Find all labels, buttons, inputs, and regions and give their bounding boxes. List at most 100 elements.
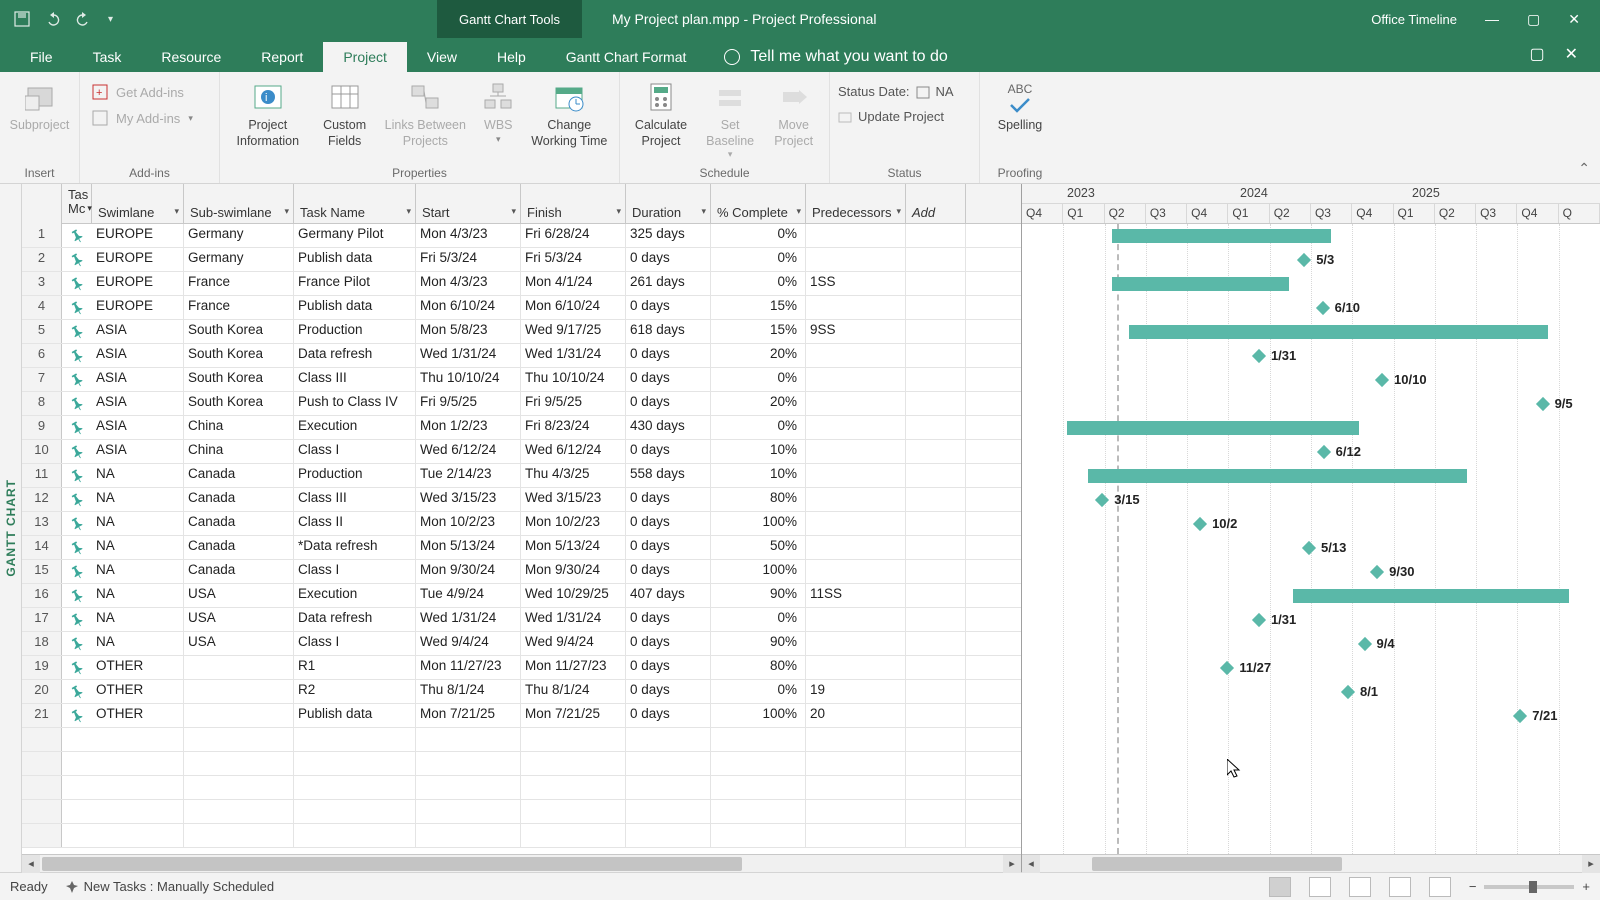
table-row[interactable]: 19OTHERR1Mon 11/27/23Mon 11/27/230 days8… [22, 656, 1021, 680]
tab-view[interactable]: View [407, 42, 477, 72]
table-row-empty[interactable] [22, 728, 1021, 752]
task-mode-indicator[interactable] [62, 440, 92, 463]
table-row[interactable]: 7ASIASouth KoreaClass IIIThu 10/10/24Thu… [22, 368, 1021, 392]
row-number[interactable]: 20 [22, 680, 62, 703]
cell-duration[interactable]: 0 days [626, 296, 711, 319]
gantt-bar[interactable] [1112, 229, 1332, 243]
milestone-marker[interactable] [1316, 301, 1330, 315]
cell-taskname[interactable]: Publish data [294, 704, 416, 727]
qat-dropdown-icon[interactable]: ▾ [108, 14, 113, 25]
collapse-ribbon-icon[interactable]: ⌃ [1578, 160, 1590, 177]
update-project-button[interactable]: Update Project [838, 109, 944, 124]
cell-complete[interactable]: 15% [711, 320, 806, 343]
cell-predecessors[interactable] [806, 512, 906, 535]
cell-taskname[interactable]: R1 [294, 656, 416, 679]
table-row[interactable]: 11NACanadaProductionTue 2/14/23Thu 4/3/2… [22, 464, 1021, 488]
move-project-button[interactable]: Move Project [766, 76, 821, 149]
cell-subswimlane[interactable]: Germany [184, 224, 294, 247]
cell-taskname[interactable]: Class II [294, 512, 416, 535]
table-row-empty[interactable] [22, 824, 1021, 848]
task-mode-indicator[interactable] [62, 704, 92, 727]
gantt-bar[interactable] [1088, 469, 1467, 483]
cell-finish[interactable]: Wed 1/31/24 [521, 608, 626, 631]
cell-taskname[interactable]: Class I [294, 440, 416, 463]
cell-swimlane[interactable]: NA [92, 488, 184, 511]
cell-predecessors[interactable]: 9SS [806, 320, 906, 343]
row-number[interactable]: 9 [22, 416, 62, 439]
cell-subswimlane[interactable]: Germany [184, 248, 294, 271]
task-mode-indicator[interactable] [62, 248, 92, 271]
task-mode-indicator[interactable] [62, 488, 92, 511]
cell-duration[interactable]: 407 days [626, 584, 711, 607]
task-mode-indicator[interactable] [62, 584, 92, 607]
redo-icon[interactable] [76, 12, 94, 26]
set-baseline-button[interactable]: Set Baseline▾ [700, 76, 760, 161]
task-mode-indicator[interactable] [62, 392, 92, 415]
task-mode-indicator[interactable] [62, 656, 92, 679]
status-date-value[interactable]: NA [936, 84, 954, 99]
col-finish[interactable]: Finish▾ [521, 184, 626, 223]
table-row[interactable]: 14NACanada*Data refreshMon 5/13/24Mon 5/… [22, 536, 1021, 560]
cell-taskname[interactable]: Germany Pilot [294, 224, 416, 247]
cell-complete[interactable]: 100% [711, 560, 806, 583]
row-number[interactable]: 6 [22, 344, 62, 367]
cell-start[interactable]: Tue 2/14/23 [416, 464, 521, 487]
cell-finish[interactable]: Fri 6/28/24 [521, 224, 626, 247]
table-row[interactable]: 5ASIASouth KoreaProductionMon 5/8/23Wed … [22, 320, 1021, 344]
cell-predecessors[interactable]: 1SS [806, 272, 906, 295]
cell-finish[interactable]: Mon 10/2/23 [521, 512, 626, 535]
cell-duration[interactable]: 0 days [626, 656, 711, 679]
milestone-marker[interactable] [1370, 565, 1384, 579]
view-report-button[interactable] [1429, 877, 1451, 897]
cell-finish[interactable]: Wed 6/12/24 [521, 440, 626, 463]
cell-start[interactable]: Mon 11/27/23 [416, 656, 521, 679]
cell-finish[interactable]: Thu 4/3/25 [521, 464, 626, 487]
tab-resource[interactable]: Resource [141, 42, 241, 72]
table-row[interactable]: 3EUROPEFranceFrance PilotMon 4/3/23Mon 4… [22, 272, 1021, 296]
cell-swimlane[interactable]: EUROPE [92, 248, 184, 271]
cell-complete[interactable]: 10% [711, 464, 806, 487]
cell-taskname[interactable]: Class III [294, 488, 416, 511]
cell-duration[interactable]: 0 days [626, 704, 711, 727]
table-row[interactable]: 18NAUSAClass IWed 9/4/24Wed 9/4/240 days… [22, 632, 1021, 656]
cell-taskname[interactable]: Execution [294, 416, 416, 439]
cell-add[interactable] [906, 584, 966, 607]
minimize-icon[interactable]: — [1485, 11, 1499, 27]
table-row[interactable]: 17NAUSAData refreshWed 1/31/24Wed 1/31/2… [22, 608, 1021, 632]
task-mode-indicator[interactable] [62, 608, 92, 631]
table-row[interactable]: 12NACanadaClass IIIWed 3/15/23Wed 3/15/2… [22, 488, 1021, 512]
cell-add[interactable] [906, 224, 966, 247]
row-number[interactable]: 12 [22, 488, 62, 511]
task-mode-indicator[interactable] [62, 512, 92, 535]
cell-duration[interactable]: 325 days [626, 224, 711, 247]
cell-predecessors[interactable] [806, 560, 906, 583]
row-number[interactable]: 1 [22, 224, 62, 247]
change-working-time-button[interactable]: Change Working Time [528, 76, 611, 149]
cell-swimlane[interactable]: NA [92, 584, 184, 607]
zoom-out-icon[interactable]: − [1469, 879, 1477, 894]
cell-taskname[interactable]: Class III [294, 368, 416, 391]
cell-predecessors[interactable]: 11SS [806, 584, 906, 607]
cell-taskname[interactable]: Publish data [294, 296, 416, 319]
cell-predecessors[interactable] [806, 344, 906, 367]
wbs-button[interactable]: WBS▾ [475, 76, 522, 145]
spelling-button[interactable]: ABCSpelling [988, 76, 1052, 134]
cell-taskname[interactable]: Class I [294, 632, 416, 655]
cell-finish[interactable]: Mon 11/27/23 [521, 656, 626, 679]
view-team-planner-button[interactable] [1349, 877, 1371, 897]
cell-complete[interactable]: 10% [711, 440, 806, 463]
cell-predecessors[interactable] [806, 440, 906, 463]
cell-taskname[interactable]: *Data refresh [294, 536, 416, 559]
col-add-new[interactable]: Add [906, 184, 966, 223]
cell-taskname[interactable]: R2 [294, 680, 416, 703]
cell-subswimlane[interactable]: USA [184, 608, 294, 631]
links-between-button[interactable]: Links Between Projects [382, 76, 469, 149]
cell-finish[interactable]: Thu 8/1/24 [521, 680, 626, 703]
cell-predecessors[interactable] [806, 608, 906, 631]
cell-finish[interactable]: Mon 5/13/24 [521, 536, 626, 559]
table-row[interactable]: 6ASIASouth KoreaData refreshWed 1/31/24W… [22, 344, 1021, 368]
cell-start[interactable]: Wed 1/31/24 [416, 344, 521, 367]
cell-finish[interactable]: Mon 4/1/24 [521, 272, 626, 295]
cell-complete[interactable]: 90% [711, 632, 806, 655]
view-gantt-button[interactable] [1269, 877, 1291, 897]
